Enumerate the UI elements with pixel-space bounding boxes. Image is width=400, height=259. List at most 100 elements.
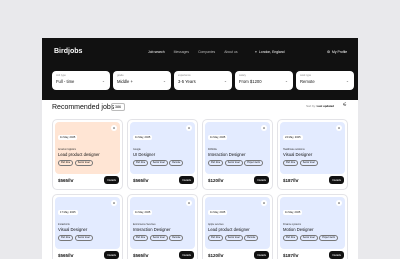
- filter-salary[interactable]: salary From $1200 ⌄: [235, 71, 293, 90]
- bookmark-icon[interactable]: ⊡: [111, 200, 117, 206]
- logo[interactable]: Birdjobs: [54, 48, 82, 55]
- job-card[interactable]: 11 May, 2025 ⊡ Google UI Designer Part t…: [127, 119, 198, 190]
- job-tag: Senior level: [149, 235, 168, 241]
- filter-settings-icon[interactable]: ⚟: [343, 102, 347, 108]
- job-tag: Senior level: [149, 160, 168, 166]
- details-button[interactable]: Details: [179, 176, 194, 184]
- job-tags: Part time Senior level Remote: [208, 235, 267, 241]
- chevron-down-icon: ⌄: [284, 79, 288, 83]
- job-date: 11 May, 2025: [208, 135, 228, 140]
- job-tag: Part time: [58, 160, 74, 166]
- job-card-body: 11 May, 2025 ⊡ Apple services Lead produ…: [205, 197, 270, 249]
- job-date: 11 May, 2025: [283, 210, 303, 215]
- nav-item-companies[interactable]: Companies: [198, 50, 215, 54]
- job-tag: Project work: [319, 235, 338, 241]
- bookmark-icon[interactable]: ⊡: [111, 125, 117, 131]
- job-card-footer: $120/hr Details: [207, 176, 269, 185]
- pin-icon: ⌖: [255, 50, 257, 54]
- chevron-down-icon: ⌄: [345, 79, 349, 83]
- job-tag: Part time: [133, 160, 149, 166]
- filter-experience[interactable]: experience 3-5 Years ⌄: [174, 71, 232, 90]
- job-tag: Project work: [244, 160, 263, 166]
- filter-label: Job type: [56, 74, 66, 77]
- details-button[interactable]: Details: [179, 251, 194, 259]
- job-card[interactable]: 24 May, 2025 ⊡ Healthcare solutions Visu…: [277, 119, 348, 190]
- job-tags: Part time Senior level Project work: [208, 160, 267, 166]
- bookmark-icon[interactable]: ⊡: [186, 125, 192, 131]
- company-name: Ecommerce Services: [133, 223, 156, 226]
- job-card-body: 11 May, 2025 ⊡ Amazon logistics Lead pro…: [55, 122, 120, 174]
- job-title: Visual Designer: [58, 227, 88, 232]
- details-button[interactable]: Details: [329, 176, 344, 184]
- job-date: 11 May, 2025: [133, 210, 153, 215]
- job-tag: Senior level: [299, 235, 318, 241]
- job-price: $120/hr: [208, 253, 224, 258]
- location-selector[interactable]: ⌖ London, England: [255, 50, 285, 54]
- job-tag: Part time: [208, 235, 224, 241]
- job-tags: Part time Senior level Project work: [283, 235, 342, 241]
- job-card-body: 11 May, 2025 ⊡ Dribbble Interaction Desi…: [205, 122, 270, 174]
- job-tag: Senior level: [224, 235, 243, 241]
- job-title: Visual Designer: [283, 152, 313, 157]
- job-date: 24 May, 2025: [283, 135, 303, 140]
- bookmark-icon[interactable]: ⊡: [261, 125, 267, 131]
- details-button[interactable]: Details: [254, 251, 269, 259]
- bookmark-icon[interactable]: ⊡: [336, 200, 342, 206]
- filter-label: experience: [178, 74, 191, 77]
- job-tag: Part time: [208, 160, 224, 166]
- gear-icon: ⚙: [327, 50, 331, 54]
- job-card-body: 11 May, 2025 ⊡ Google UI Designer Part t…: [130, 122, 195, 174]
- company-name: Apple services: [208, 223, 224, 226]
- page-title: Recommended jobs: [52, 104, 115, 111]
- job-card-footer: $120/hr Details: [207, 251, 269, 259]
- profile-label: My Profile: [332, 50, 348, 54]
- filter-value: Full - time: [56, 79, 75, 84]
- bookmark-icon[interactable]: ⊡: [261, 200, 267, 206]
- chevron-down-icon: ⌄: [162, 79, 166, 83]
- filter-grade[interactable]: grade Middle + ⌄: [113, 71, 171, 90]
- chevron-down-icon: ⌄: [223, 79, 227, 83]
- filter-job-type[interactable]: Job type Full - time ⌄: [52, 71, 110, 90]
- job-tag: Remote: [244, 235, 259, 241]
- job-card[interactable]: 11 May, 2025 ⊡ Apple services Lead produ…: [202, 194, 273, 259]
- job-tag: Part time: [133, 235, 149, 241]
- bookmark-icon[interactable]: ⊡: [186, 200, 192, 206]
- company-name: Finance systems: [283, 223, 301, 226]
- filter-work-type[interactable]: work type Remote ⌄: [296, 71, 354, 90]
- jobs-count-badge: 386: [111, 103, 125, 111]
- job-title: Interaction Designer: [208, 152, 246, 157]
- filter-bar: Job type Full - time ⌄ grade Middle + ⌄ …: [52, 71, 354, 90]
- company-name: Healthcare solutions: [283, 148, 305, 151]
- company-name: Google: [133, 148, 141, 151]
- job-card[interactable]: 11 May, 2025 ⊡ Amazon logistics Lead pro…: [52, 119, 123, 190]
- job-card[interactable]: 11 May, 2025 ⊡ Dribbble Interaction Desi…: [202, 119, 273, 190]
- details-button[interactable]: Details: [104, 176, 119, 184]
- job-tag: Senior level: [74, 235, 93, 241]
- job-date: 11 May, 2025: [133, 135, 153, 140]
- sort-prefix: Sort by:: [306, 104, 316, 108]
- nav-item-job-search[interactable]: Job search: [148, 50, 165, 54]
- job-tag: Remote: [169, 235, 184, 241]
- job-card-body: 17 May, 2025 ⊡ Instashorts Visual Design…: [55, 197, 120, 249]
- bookmark-icon[interactable]: ⊡: [336, 125, 342, 131]
- details-button[interactable]: Details: [104, 251, 119, 259]
- filter-value: Remote: [300, 79, 315, 84]
- job-title: Interaction Designer: [133, 227, 171, 232]
- job-card-footer: $187/hr Details: [282, 251, 344, 259]
- profile-button[interactable]: ⚙ My Profile: [327, 50, 347, 54]
- nav-item-about-us[interactable]: About us: [224, 50, 237, 54]
- job-date: 11 May, 2025: [58, 135, 78, 140]
- nav-item-messages[interactable]: Messages: [174, 50, 189, 54]
- job-card[interactable]: 11 May, 2025 ⊡ Finance systems Motion De…: [277, 194, 348, 259]
- location-label: London, England: [258, 50, 285, 54]
- details-button[interactable]: Details: [329, 251, 344, 259]
- details-button[interactable]: Details: [254, 176, 269, 184]
- job-card-body: 11 May, 2025 ⊡ Finance systems Motion De…: [280, 197, 345, 249]
- job-tag: Part time: [283, 235, 299, 241]
- job-card-footer: $565/hr Details: [57, 176, 119, 185]
- job-tags: Part time Senior level Remote: [133, 235, 192, 241]
- sort-control[interactable]: Sort by: Last updated: [306, 104, 334, 108]
- job-card[interactable]: 11 May, 2025 ⊡ Ecommerce Services Intera…: [127, 194, 198, 259]
- job-card[interactable]: 17 May, 2025 ⊡ Instashorts Visual Design…: [52, 194, 123, 259]
- job-tags: Part time Senior level: [58, 160, 117, 166]
